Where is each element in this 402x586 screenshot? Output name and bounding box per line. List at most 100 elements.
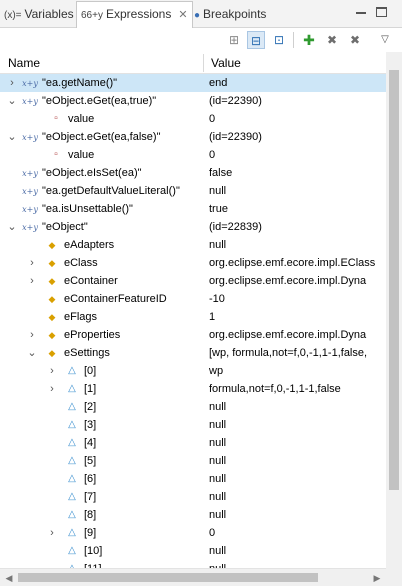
tree-row[interactable]: ◆ eAdapters null [0,236,386,254]
vertical-scrollbar[interactable] [386,52,402,568]
tree-row[interactable]: x+y "ea.getDefaultValueLiteral()" null [0,182,386,200]
row-value-cell: formula,not=f,0,-1,1-1,false [203,380,386,398]
tree-row[interactable]: △ [5] null [0,452,386,470]
collapse-all-icon[interactable]: ⊡ [270,31,288,49]
row-name: eProperties [64,329,121,341]
tree-row[interactable]: ⌄ x+y "eObject.eGet(ea,true)" (id=22390) [0,92,386,110]
close-icon[interactable]: ✕ [178,9,187,21]
object-field-icon: ◆ [48,312,56,322]
view-menu-icon[interactable]: ▽ [376,31,394,49]
tree-row[interactable]: △ [7] null [0,488,386,506]
column-header-name[interactable]: Name [0,52,40,74]
row-value-cell: null [203,560,386,568]
chevron-right-icon[interactable]: › [46,524,58,542]
object-field-icon: ◆ [48,258,56,268]
add-watch-expression-icon[interactable]: ✚ [300,31,318,49]
tree-row[interactable]: △ [10] null [0,542,386,560]
tree-row[interactable]: ▫ value 0 [0,146,386,164]
maximize-icon[interactable] [376,7,388,19]
row-value-cell: (id=22390) [203,128,386,146]
row-value-cell: org.eclipse.emf.ecore.impl.Dyna [203,272,386,290]
row-name: "ea.getName()" [42,77,118,89]
tree-row[interactable]: › △ [1] formula,not=f,0,-1,1-1,false [0,380,386,398]
remove-all-expressions-icon[interactable]: ✖ [346,31,364,49]
row-name: [10] [84,545,103,557]
horizontal-scroll-thumb[interactable] [18,573,318,582]
row-value: null [209,401,227,413]
row-value-cell: (id=22390) [203,92,386,110]
tree-row[interactable]: ⌄ ◆ eSettings [wp, formula,not=f,0,-1,1-1,f… [0,344,386,362]
row-name: [2] [84,401,97,413]
remove-expression-icon[interactable]: ✖ [323,31,341,49]
row-value-cell: (id=22839) [203,218,386,236]
row-value: 1 [209,311,216,323]
tree-row[interactable]: △ [4] null [0,434,386,452]
expressions-icon: 66+y [81,10,103,21]
tree-row[interactable]: x+y "ea.isUnsettable()" true [0,200,386,218]
row-name: [4] [84,437,97,449]
row-value: null [209,185,227,197]
tree-row[interactable]: ▫ value 0 [0,110,386,128]
show-logical-structure-icon[interactable]: ⊟ [247,31,265,49]
tree-row[interactable]: △ [3] null [0,416,386,434]
tree-row[interactable]: △ [8] null [0,506,386,524]
chevron-down-icon[interactable]: ⌄ [6,128,18,146]
tree-row[interactable]: x+y "eObject.eIsSet(ea)" false [0,164,386,182]
horizontal-scrollbar[interactable]: ◀ ▶ [0,568,386,586]
row-value: null [209,419,227,431]
row-name: [5] [84,455,97,467]
row-value: formula,not=f,0,-1,1-1,false [209,383,341,395]
row-name: "eObject.eGet(ea,false)" [42,131,161,143]
chevron-right-icon[interactable]: › [46,380,58,398]
chevron-right-icon[interactable]: › [26,254,38,272]
tree-row[interactable]: › △ [0] wp [0,362,386,380]
tab-variables[interactable]: (x)= Variables [0,2,78,28]
tree-row[interactable]: △ [2] null [0,398,386,416]
column-header: Name Value [0,52,386,74]
object-field-icon: ◆ [48,276,56,286]
minimize-icon[interactable] [355,7,367,19]
tree-row[interactable]: △ [6] null [0,470,386,488]
array-element-icon: △ [68,437,76,448]
tree-row[interactable]: › ◆ eClass org.eclipse.emf.ecore.impl.EClas… [0,254,386,272]
show-type-names-icon[interactable]: ⊞ [225,31,243,49]
tree-row[interactable]: › ◆ eProperties org.eclipse.emf.ecore.impl.… [0,326,386,344]
tab-breakpoints[interactable]: ● Breakpoints [190,2,270,28]
tree-row[interactable]: ◆ eFlags 1 [0,308,386,326]
row-value: null [209,491,227,503]
row-name: eFlags [64,311,98,323]
chevron-right-icon[interactable]: › [26,272,38,290]
vertical-scroll-thumb[interactable] [389,70,399,490]
chevron-right-icon[interactable]: › [26,326,38,344]
row-name: "eObject.eGet(ea,true)" [42,95,157,107]
scroll-right-icon[interactable]: ▶ [370,571,384,585]
tab-expressions[interactable]: 66+y Expressions ✕ [76,1,193,29]
row-name: value [68,113,95,125]
chevron-down-icon[interactable]: ⌄ [6,92,18,110]
row-value-cell: null [203,506,386,524]
row-value: org.eclipse.emf.ecore.impl.EClass [209,257,376,269]
row-value-cell: org.eclipse.emf.ecore.impl.EClass [203,254,386,272]
tree-row[interactable]: ⌄ x+y "eObject.eGet(ea,false)" (id=22390) [0,128,386,146]
chevron-down-icon[interactable]: ⌄ [26,344,38,362]
row-value-cell: 0 [203,110,386,128]
row-value: null [209,545,227,557]
tree-row[interactable]: ◆ eContainerFeatureID -10 [0,290,386,308]
chevron-right-icon[interactable]: › [6,74,18,92]
tree-row[interactable]: › ◆ eContainer org.eclipse.emf.ecore.impl.D… [0,272,386,290]
row-value: null [209,473,227,485]
tree-row[interactable]: ⌄ x+y "eObject" (id=22839) [0,218,386,236]
tree-row[interactable]: △ [11] null [0,560,386,568]
row-name: eContainerFeatureID [64,293,167,305]
row-value: -10 [209,293,225,305]
object-field-icon: ◆ [48,330,56,340]
chevron-right-icon[interactable]: › [46,362,58,380]
row-value-cell: 1 [203,308,386,326]
tree-row[interactable]: › △ [9] 0 [0,524,386,542]
tree-row[interactable]: › x+y "ea.getName()" end [0,74,386,92]
column-header-value[interactable]: Value [203,52,241,74]
scroll-left-icon[interactable]: ◀ [2,571,16,585]
chevron-down-icon[interactable]: ⌄ [6,218,18,236]
row-value: end [209,77,228,89]
row-value-cell: -10 [203,290,386,308]
